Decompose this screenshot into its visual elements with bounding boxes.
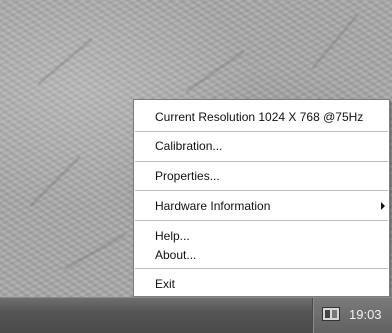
menu-item-hardware-information[interactable]: Hardware Information: [134, 196, 389, 216]
desktop-texture: [63, 232, 127, 271]
clock[interactable]: 19:03: [349, 307, 382, 322]
menu-item-label: Properties...: [155, 169, 220, 183]
display-settings-icon[interactable]: [322, 307, 340, 321]
menu-separator: [135, 161, 388, 162]
menu-item-label: Exit: [155, 277, 176, 291]
menu-item-help[interactable]: Help...: [134, 226, 389, 246]
menu-item-label: Current Resolution 1024 X 768 @75Hz: [155, 110, 364, 124]
submenu-arrow-icon: [381, 202, 385, 210]
menu-separator: [135, 131, 388, 132]
menu-item-about[interactable]: About...: [134, 245, 389, 265]
menu-separator: [135, 220, 388, 221]
desktop-texture: [185, 50, 245, 93]
menu-item-label: Help...: [155, 229, 190, 243]
menu-item-label: Calibration...: [155, 139, 223, 153]
desktop-texture: [311, 13, 359, 70]
menu-item-label: About...: [155, 248, 197, 262]
desktop-texture: [37, 37, 93, 86]
system-tray: 19:03: [312, 298, 392, 333]
menu-item-calibration[interactable]: Calibration...: [134, 136, 389, 156]
desktop-texture: [29, 155, 81, 208]
menu-separator: [135, 268, 388, 269]
menu-item-current-resolution[interactable]: Current Resolution 1024 X 768 @75Hz: [134, 107, 389, 127]
menu-item-exit[interactable]: Exit: [134, 274, 389, 294]
menu-item-properties[interactable]: Properties...: [134, 166, 389, 186]
taskbar: 19:03: [0, 297, 392, 333]
tray-context-menu: Current Resolution 1024 X 768 @75Hz Cali…: [133, 99, 390, 297]
menu-item-label: Hardware Information: [155, 199, 271, 213]
menu-separator: [135, 190, 388, 191]
